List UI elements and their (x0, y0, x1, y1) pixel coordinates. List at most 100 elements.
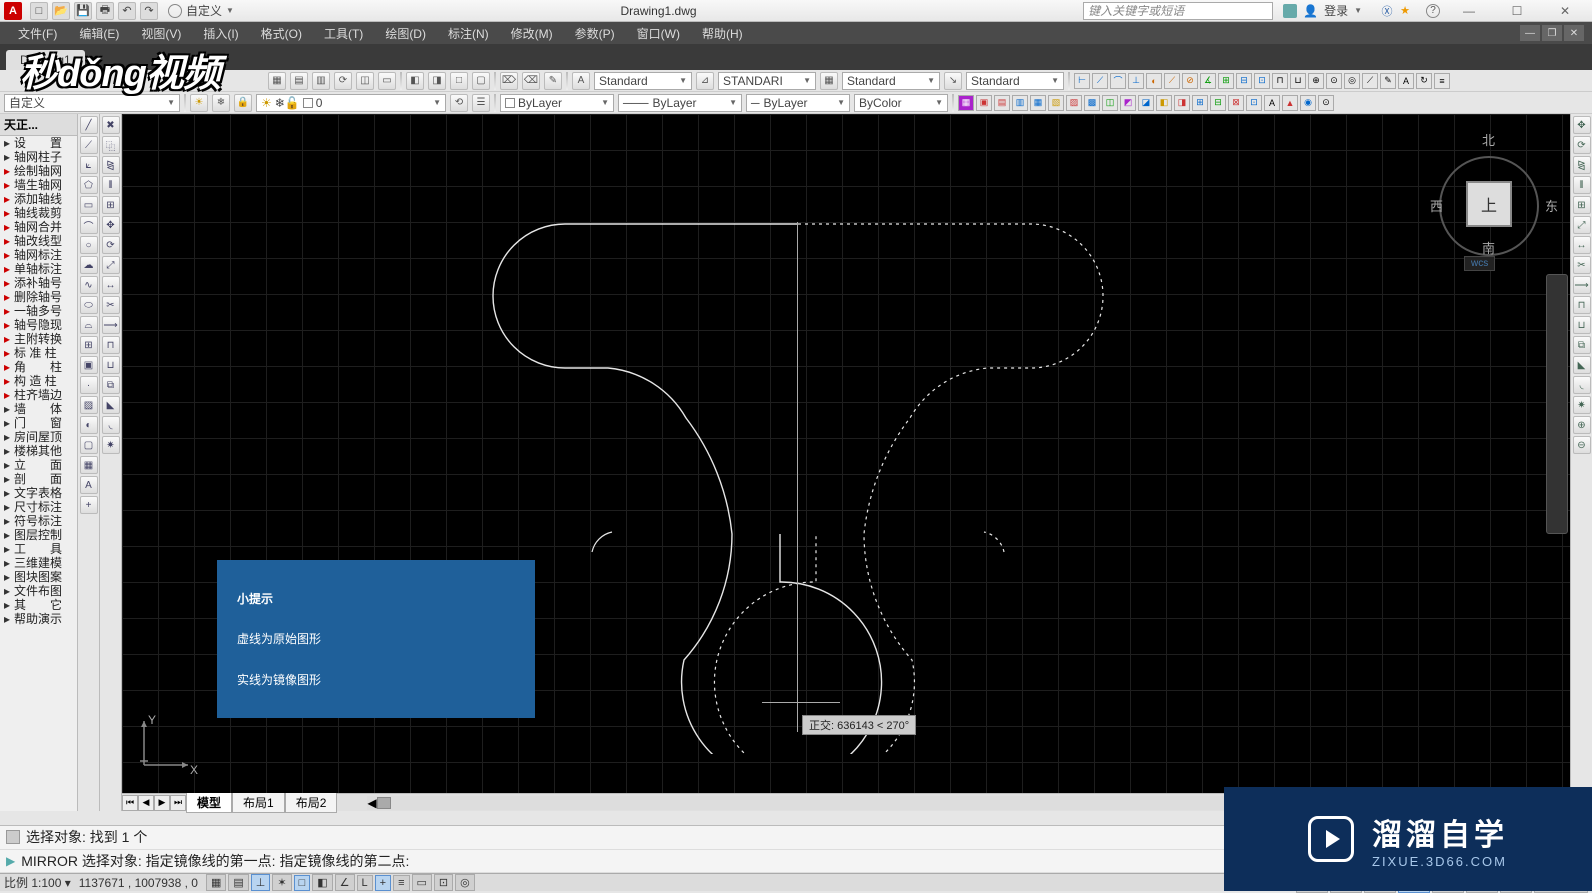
tz-icon[interactable]: ⊠ (1228, 95, 1244, 111)
line-icon[interactable]: ╱ (80, 116, 98, 134)
tb-btn[interactable]: ◨ (428, 72, 446, 90)
viewcube-top[interactable]: 上 (1466, 181, 1512, 227)
rotate-icon[interactable]: ⟳ (102, 236, 120, 254)
workspace-switcher[interactable]: 自定义 ▼ (168, 2, 234, 19)
polar-toggle[interactable]: ✶ (272, 874, 291, 891)
tz-icon[interactable]: ◉ (1300, 95, 1316, 111)
text-style-combo[interactable]: Standard▼ (594, 72, 692, 90)
sidebar-item[interactable]: ▸楼梯其他 (0, 444, 77, 458)
sidebar-item[interactable]: ▸门 窗 (0, 416, 77, 430)
rect-icon[interactable]: ▭ (80, 196, 98, 214)
dim-upd-icon[interactable]: ↻ (1416, 73, 1432, 89)
chamfer-icon[interactable]: ◣ (102, 396, 120, 414)
sidebar-item[interactable]: ▸轴网柱子 (0, 150, 77, 164)
table-style-combo[interactable]: Standard▼ (842, 72, 940, 90)
sidebar-item[interactable]: ▸符号标注 (0, 514, 77, 528)
insert-icon[interactable]: ⊞ (80, 336, 98, 354)
cmd-hist-icon[interactable] (6, 830, 20, 844)
dim-style-combo[interactable]: STANDARI▼ (718, 72, 816, 90)
dyn-toggle[interactable]: + (375, 875, 391, 891)
rt-icon[interactable]: ⫴ (1573, 176, 1591, 194)
spline-icon[interactable]: ∿ (80, 276, 98, 294)
menu-window[interactable]: 窗口(W) (627, 23, 690, 44)
menu-draw[interactable]: 绘图(D) (375, 23, 436, 44)
break-icon[interactable]: ⊔ (102, 356, 120, 374)
tz-icon[interactable]: ▦ (1030, 95, 1046, 111)
tz-icon[interactable]: ⊞ (1192, 95, 1208, 111)
exchange-icon[interactable]: Ⓧ (1380, 4, 1394, 18)
sidebar-item[interactable]: ▸绘制轴网 (0, 164, 77, 178)
circle-icon[interactable]: ○ (80, 236, 98, 254)
textstyle-icon[interactable]: A (572, 72, 590, 90)
dim-ang-icon[interactable]: ∡ (1200, 73, 1216, 89)
tz-icon[interactable]: ▨ (1066, 95, 1082, 111)
linetype-combo[interactable]: ───ByLayer▼ (618, 94, 742, 112)
lineweight-combo[interactable]: ─ByLayer▼ (746, 94, 850, 112)
layer-lock-icon[interactable]: 🔒 (234, 94, 252, 112)
rt-icon[interactable]: ⊞ (1573, 196, 1591, 214)
dim-jog-icon[interactable]: ⟋ (1164, 73, 1180, 89)
menu-tools[interactable]: 工具(T) (314, 23, 373, 44)
mdi-close[interactable]: ✕ (1564, 25, 1584, 41)
dim-aligned-icon[interactable]: ⟋ (1092, 73, 1108, 89)
sidebar-item[interactable]: ▸工 具 (0, 542, 77, 556)
gradient-icon[interactable]: ◐ (80, 416, 98, 434)
tb-btn[interactable]: ⌦ (500, 72, 518, 90)
point-icon[interactable]: · (80, 376, 98, 394)
tablestyle-icon[interactable]: ▦ (820, 72, 838, 90)
sidebar-item[interactable]: ▸帮助演示 (0, 612, 77, 626)
dim-linear-icon[interactable]: ⊢ (1074, 73, 1090, 89)
wcs-label[interactable]: wcs (1464, 256, 1495, 271)
sidebar-item[interactable]: ▸添加轴线 (0, 192, 77, 206)
tb-btn[interactable]: ⌫ (522, 72, 540, 90)
layer-freeze-icon[interactable]: ❄ (212, 94, 230, 112)
sidebar-item[interactable]: ▸立 面 (0, 458, 77, 472)
tb-btn[interactable]: ▢ (472, 72, 490, 90)
array-icon[interactable]: ⊞ (102, 196, 120, 214)
polygon-icon[interactable]: ⬠ (80, 176, 98, 194)
menu-view[interactable]: 视图(V) (131, 23, 191, 44)
rt-icon[interactable]: ⊕ (1573, 416, 1591, 434)
qat-open-icon[interactable]: 📂 (52, 2, 70, 20)
color-combo[interactable]: ByLayer▼ (500, 94, 614, 112)
rt-icon[interactable]: ⟶ (1573, 276, 1591, 294)
erase-icon[interactable]: ✖ (102, 116, 120, 134)
status-scale[interactable]: 比例 1:100 ▾ (4, 874, 71, 891)
plotstyle-combo[interactable]: ByColor▼ (854, 94, 948, 112)
menu-dim[interactable]: 标注(N) (438, 23, 499, 44)
menu-insert[interactable]: 插入(I) (193, 23, 248, 44)
maximize-button[interactable]: ☐ (1494, 1, 1540, 21)
stretch-icon[interactable]: ↔ (102, 276, 120, 294)
dim-cen-icon[interactable]: ⊙ (1326, 73, 1342, 89)
sidebar-item[interactable]: ▸文件布图 (0, 584, 77, 598)
tb-btn[interactable]: ▭ (378, 72, 396, 90)
rt-icon[interactable]: ↔ (1573, 236, 1591, 254)
revcloud-icon[interactable]: ☁ (80, 256, 98, 274)
explode-icon[interactable]: ✷ (102, 436, 120, 454)
tb-btn[interactable]: ✎ (544, 72, 562, 90)
last-tab-icon[interactable]: ⏭ (170, 795, 186, 811)
tpy-toggle[interactable]: ▭ (412, 874, 432, 891)
tz-icon[interactable]: ◧ (1156, 95, 1172, 111)
tz-icon[interactable]: ⊙ (1318, 95, 1334, 111)
sidebar-item[interactable]: ▸添补轴号 (0, 276, 77, 290)
layer-combo[interactable]: ☀❄ 🔓 0▼ (256, 94, 446, 112)
dim-tol-icon[interactable]: ⊕ (1308, 73, 1324, 89)
hatch-icon[interactable]: ▨ (80, 396, 98, 414)
tb-btn[interactable]: ◫ (356, 72, 374, 90)
layout-tab-1[interactable]: 布局1 (232, 792, 285, 813)
rt-icon[interactable]: ⧎ (1573, 156, 1591, 174)
copy-icon[interactable]: ⿻ (102, 136, 120, 154)
sidebar-item[interactable]: ▸房间屋顶 (0, 430, 77, 444)
ortho-toggle[interactable]: ⊥ (251, 874, 271, 891)
dim-break-icon[interactable]: ⊔ (1290, 73, 1306, 89)
sidebar-item[interactable]: ▸文字表格 (0, 486, 77, 500)
dim-base-icon[interactable]: ⊡ (1254, 73, 1270, 89)
prev-tab-icon[interactable]: ◀ (138, 795, 154, 811)
block-icon[interactable]: ▣ (80, 356, 98, 374)
sidebar-item[interactable]: ▸图块图案 (0, 570, 77, 584)
app-icon[interactable]: A (4, 2, 22, 20)
mtext-icon[interactable]: A (80, 476, 98, 494)
scroll-left-icon[interactable]: ◀ (367, 796, 376, 810)
move-icon[interactable]: ✥ (102, 216, 120, 234)
